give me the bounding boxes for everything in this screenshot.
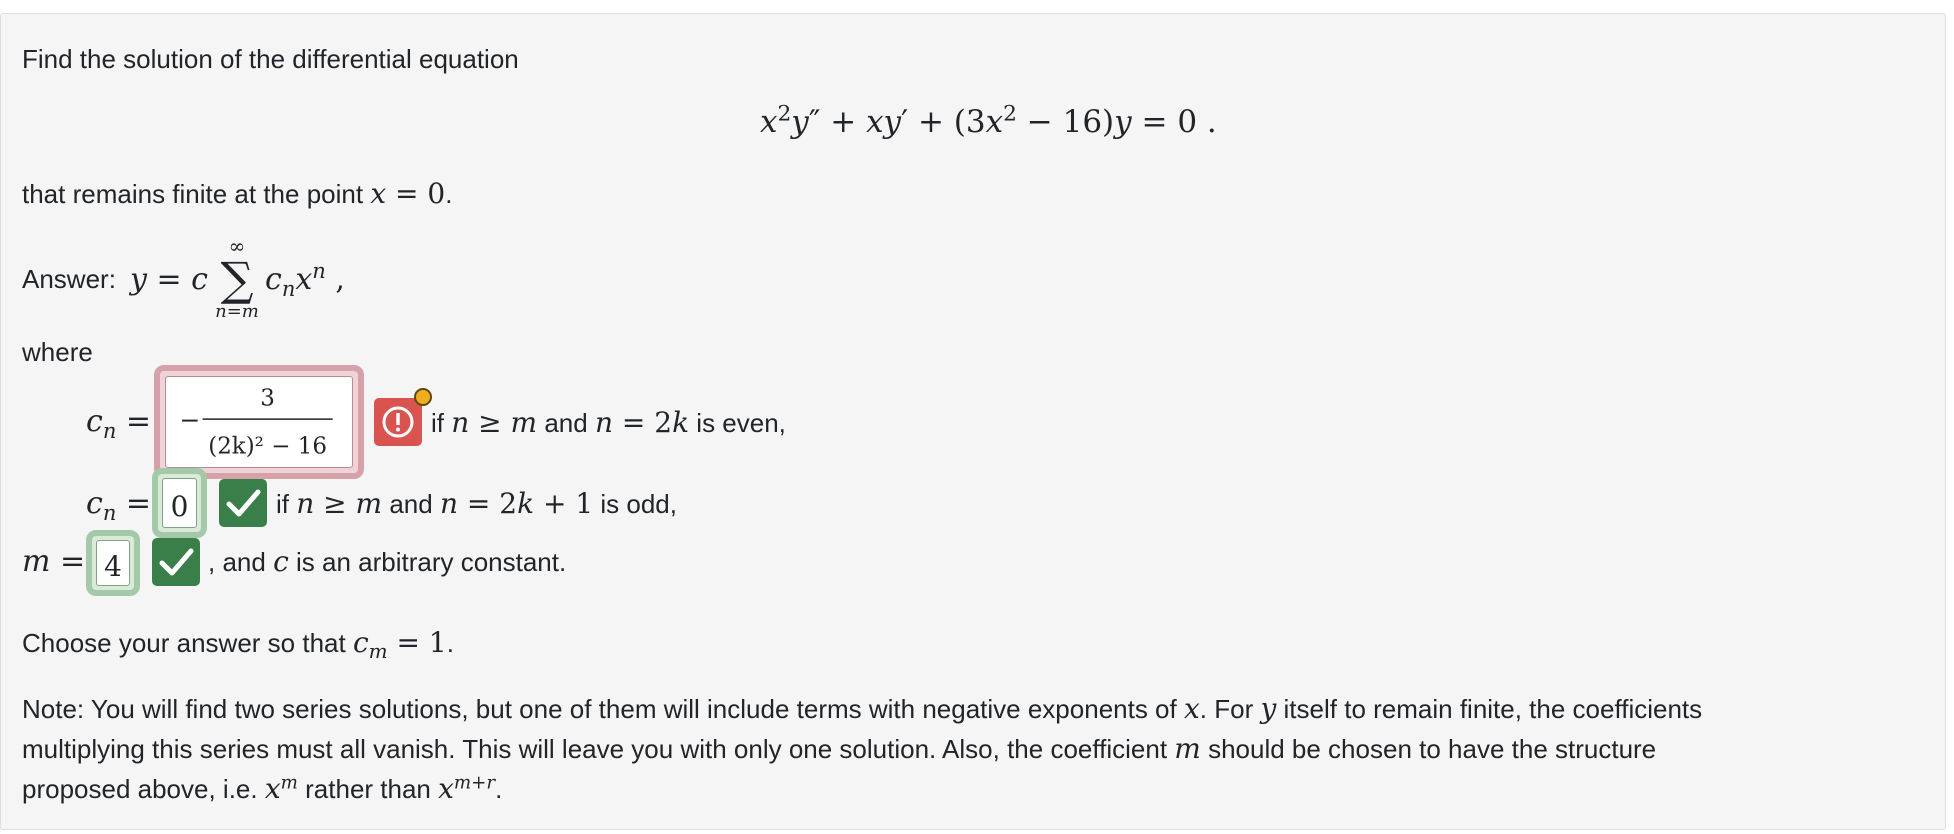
note-2b: should be chosen to have the structure	[1208, 734, 1657, 764]
note-line-3: proposed above, i.e. xm rather than xm+r…	[22, 772, 503, 805]
finite-condition: that remains finite at the point x = 0.	[22, 177, 453, 210]
cn-even-input[interactable]: − 3 (2k)² − 16	[165, 376, 353, 468]
checkmark-icon	[159, 548, 194, 576]
m-label: m =	[22, 544, 86, 579]
cond-odd: is odd,	[600, 489, 677, 519]
m-input-wrapper: 4	[86, 530, 140, 596]
cn-odd-input-wrapper: 0	[152, 468, 207, 538]
cond-if: if	[276, 489, 289, 519]
sigma-symbol: ∑	[220, 252, 254, 306]
cn-even-label: cn =	[86, 404, 152, 443]
cn-even-condition: if n ≥ m and n = 2k is even,	[431, 406, 786, 439]
incorrect-badge[interactable]	[374, 398, 422, 446]
note-3a: proposed above, i.e.	[22, 774, 258, 804]
cond-if: if	[431, 408, 444, 438]
warning-dot-icon	[414, 388, 432, 406]
fraction-sign: −	[180, 406, 201, 435]
note-2a: multiplying this series must all vanish.…	[22, 734, 1168, 764]
finite-suffix: .	[445, 179, 453, 209]
sum-term: cnxn ,	[265, 259, 345, 301]
exclamation-circle-icon	[382, 406, 414, 438]
correct-badge-m[interactable]	[152, 538, 200, 586]
cn-even-fraction: − 3 (2k)² − 16	[180, 386, 333, 460]
where-label: where	[22, 337, 93, 367]
fraction-denominator: (2k)² − 16	[208, 434, 327, 460]
sum-lower-limit: n=m	[215, 301, 259, 322]
note-line-2: multiplying this series must all vanish.…	[22, 732, 1656, 765]
cn-odd-input[interactable]: 0	[162, 478, 197, 528]
note-1a: Note: You will find two series solutions…	[22, 694, 1177, 724]
choose-suffix: .	[446, 628, 454, 658]
note-line-1: Note: You will find two series solutions…	[22, 692, 1702, 725]
m-input[interactable]: 4	[96, 540, 130, 586]
note-1b: . For	[1199, 694, 1254, 724]
note-y: y	[1260, 692, 1277, 725]
intro-text: Find the solution of the differential eq…	[22, 44, 519, 74]
fraction-numerator: 3	[260, 386, 275, 412]
cn-even-input-wrapper: − 3 (2k)² − 16	[154, 365, 364, 479]
differential-equation: x2y″ + xy′ + (3x2 − 16)y = 0 .	[760, 101, 1217, 140]
choose-line: Choose your answer so that cm = 1.	[22, 626, 454, 664]
cn-odd-condition: if n ≥ m and n = 2k + 1 is odd,	[276, 487, 677, 520]
note-1c: itself to remain finite, the coefficient…	[1283, 694, 1703, 724]
cn-odd-label: cn =	[86, 486, 152, 525]
checkmark-icon	[226, 489, 261, 517]
constant-c: c	[273, 545, 289, 578]
m-suffix: , and c is an arbitrary constant.	[208, 545, 566, 578]
note-m: m	[1174, 732, 1201, 765]
cond-and: and	[544, 408, 588, 438]
cond-even: is even,	[696, 408, 786, 438]
finite-prefix: that remains finite at the point	[22, 179, 364, 209]
note-x: x	[1183, 692, 1200, 725]
choose-prefix: Choose your answer so that	[22, 628, 346, 658]
cond-and: and	[389, 489, 433, 519]
m-suffix-and: , and	[208, 547, 266, 577]
summation: ∞ ∑ n=m	[204, 236, 270, 322]
correct-badge-cn-odd[interactable]	[219, 479, 267, 527]
answer-lhs: y = c	[130, 262, 208, 297]
note-3c: .	[495, 774, 503, 804]
note-3b: rather than	[305, 774, 431, 804]
answer-label: Answer:	[22, 264, 116, 294]
m-suffix-arbitrary: is an arbitrary constant.	[295, 547, 567, 577]
